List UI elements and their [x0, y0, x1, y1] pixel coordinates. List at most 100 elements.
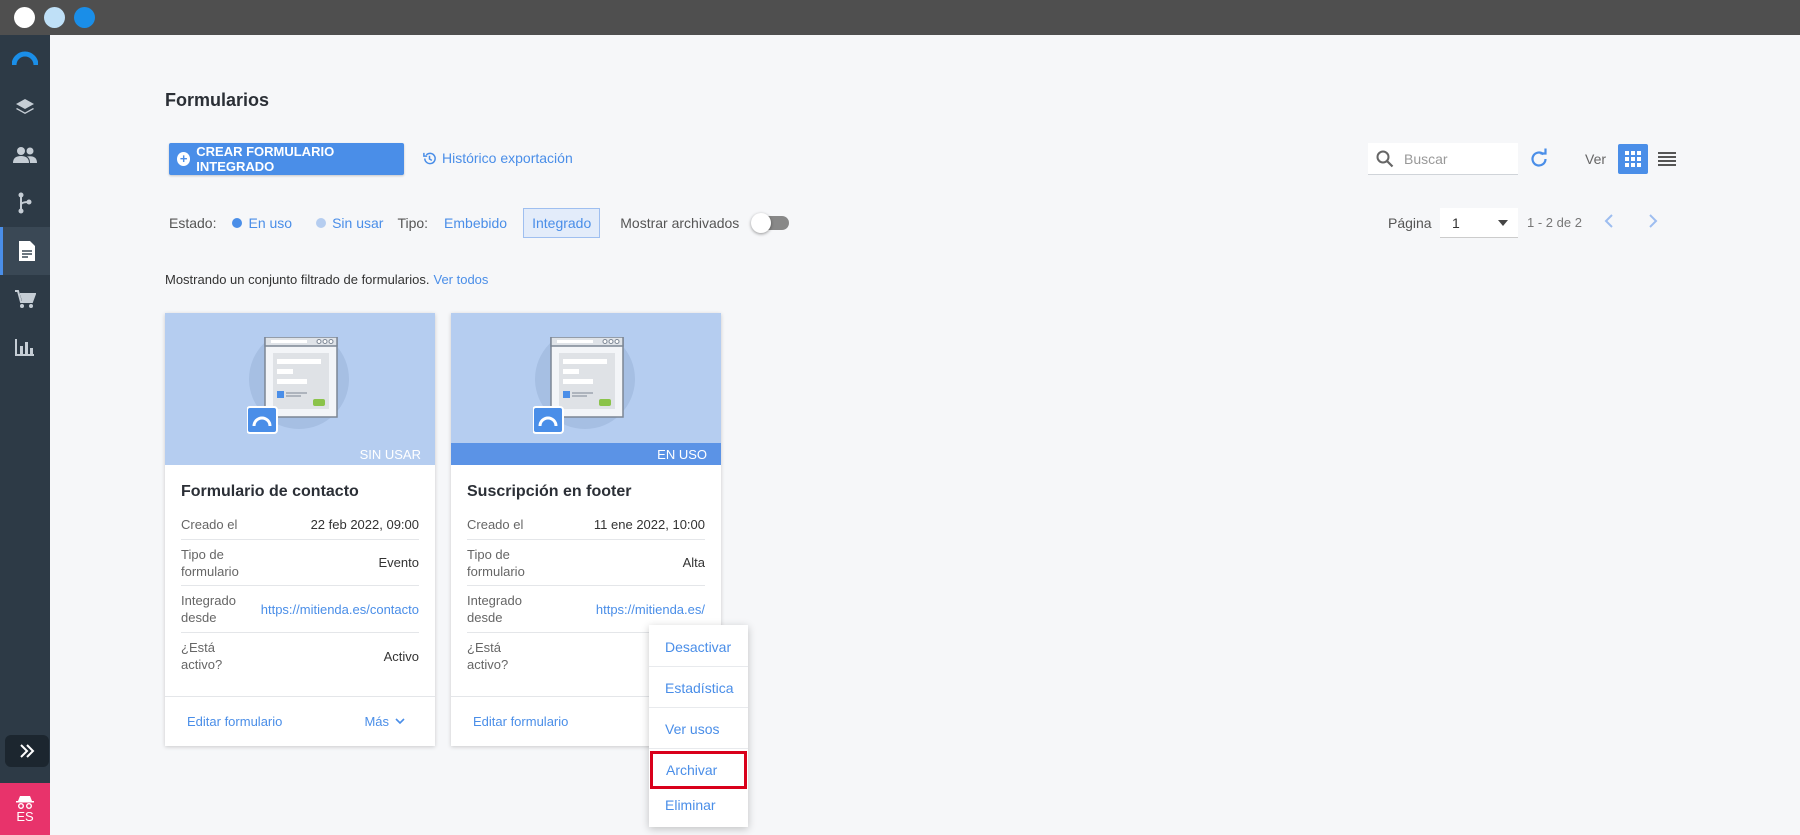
edit-form-link[interactable]: Editar formulario: [473, 714, 568, 729]
more-button[interactable]: Más: [364, 714, 405, 729]
list-view-button[interactable]: [1652, 144, 1682, 174]
filter-integrado[interactable]: Integrado: [523, 208, 601, 238]
menu-item-archive[interactable]: Archivar: [650, 751, 747, 789]
created-value: 11 ene 2022, 10:00: [593, 517, 705, 532]
list-icon: [1658, 152, 1676, 166]
history-icon: [423, 152, 436, 164]
sidebar-expand-button[interactable]: [5, 735, 49, 767]
view-label: Ver: [1585, 151, 1607, 167]
grid-view-button[interactable]: [1618, 144, 1648, 174]
result-count: 1 - 2 de 2: [1527, 215, 1582, 230]
search-input[interactable]: [1404, 150, 1504, 167]
filter-sin-usar[interactable]: Sin usar: [308, 208, 391, 238]
see-all-link[interactable]: Ver todos: [433, 272, 488, 287]
next-page-button[interactable]: [1648, 214, 1658, 233]
integrated-key-line1: Integrado: [181, 593, 236, 608]
document-icon: [18, 241, 35, 261]
double-chevron-right-icon: [20, 744, 35, 758]
active-key: ¿Está activo?: [181, 639, 222, 673]
active-value: Activo: [383, 648, 419, 664]
type-key: Tipo de formulario: [181, 546, 239, 580]
sidebar-item-reports[interactable]: [0, 323, 50, 371]
menu-item-deactivate[interactable]: Desactivar: [649, 627, 748, 667]
card-row-integrated: Integrado desde https://mitienda.es/conta…: [181, 586, 419, 633]
sidebar-item-forms[interactable]: [0, 227, 50, 275]
created-value: 22 feb 2022, 09:00: [310, 517, 419, 532]
filter-en-uso[interactable]: En uso: [224, 208, 300, 238]
dot-icon: [232, 218, 243, 228]
sidebar-item-layers[interactable]: [0, 83, 50, 131]
form-card-title: Formulario de contacto: [181, 483, 359, 500]
filter-bar: Estado: En uso Sin usar Tipo: Embebido I…: [169, 208, 790, 238]
page-title: Formularios: [165, 90, 270, 110]
cart-icon: [15, 290, 36, 308]
sidebar: ES: [0, 35, 50, 835]
window-minimize-button[interactable]: [44, 7, 65, 28]
created-key: Creado el: [467, 517, 524, 532]
more-actions-menu: Desactivar Estadística Ver usos Archivar…: [649, 625, 748, 827]
show-archived-toggle[interactable]: [751, 213, 790, 233]
filter-message: Mostrando un conjunto filtrado de formul…: [165, 272, 488, 287]
people-icon: [13, 147, 37, 163]
page-select-value: 1: [1452, 214, 1460, 231]
form-card-preview: SIN USAR: [165, 313, 435, 465]
filter-en-uso-label: En uso: [248, 215, 293, 231]
more-label: Más: [364, 714, 389, 729]
create-integrated-form-button[interactable]: + CREAR FORMULARIO INTEGRADO: [169, 143, 404, 175]
card-row-active: ¿Está activo? Activo: [181, 633, 419, 679]
integrated-url-link[interactable]: https://mitienda.es/contacto: [261, 602, 419, 617]
integrated-key-line2: desde: [467, 610, 503, 625]
sidebar-item-contacts[interactable]: [0, 131, 50, 179]
search-icon: [1376, 150, 1394, 167]
menu-item-statistics[interactable]: Estadística: [649, 668, 748, 708]
form-card: SIN USAR Formulario de contacto Creado e…: [165, 313, 435, 746]
layers-icon: [16, 99, 34, 114]
toggle-knob: [751, 213, 772, 233]
active-key-line2: activo?: [467, 657, 509, 672]
show-archived-label: Mostrar archivados: [620, 215, 740, 231]
menu-item-delete[interactable]: Eliminar: [649, 785, 748, 825]
form-card-preview: EN USO: [451, 313, 721, 465]
chevron-left-icon: [1604, 214, 1613, 228]
plus-circle-icon: +: [177, 152, 191, 166]
created-key: Creado el: [181, 517, 238, 532]
type-key-line1: Tipo de: [181, 546, 224, 562]
type-value: Evento: [378, 555, 419, 570]
type-key: Tipo de formulario: [467, 546, 525, 580]
bar-chart-icon: [15, 339, 34, 356]
window-maximize-button[interactable]: [74, 7, 95, 28]
export-history-link[interactable]: Histórico exportación: [422, 150, 573, 166]
dot-icon: [316, 218, 327, 228]
sidebar-logo[interactable]: [0, 35, 50, 83]
filter-message-text: Mostrando un conjunto filtrado de formul…: [165, 272, 430, 287]
filter-embebido[interactable]: Embebido: [436, 208, 515, 238]
page-label: Página: [1388, 215, 1432, 231]
branch-icon: [18, 192, 32, 214]
chevron-right-icon: [1649, 214, 1658, 228]
integrated-key: Integrado desde: [467, 592, 522, 626]
active-key-line1: ¿Está: [467, 640, 501, 655]
type-key-line2: formulario: [467, 563, 525, 579]
card-row-created: Creado el 22 feb 2022, 09:00: [181, 510, 419, 540]
type-value: Alta: [682, 555, 705, 570]
menu-item-view-uses[interactable]: Ver usos: [649, 709, 748, 749]
status-badge: SIN USAR: [359, 446, 421, 462]
window-close-button[interactable]: [14, 7, 35, 28]
type-key-line1: Tipo de: [467, 546, 510, 562]
page-select[interactable]: 1: [1440, 208, 1518, 238]
form-illustration-icon: [533, 337, 635, 434]
integrated-key-line1: Integrado: [467, 593, 522, 608]
integrated-key-line2: desde: [181, 610, 217, 625]
sidebar-item-shop[interactable]: [0, 275, 50, 323]
language-switch[interactable]: ES: [0, 783, 50, 835]
caret-down-icon: [1498, 219, 1508, 226]
active-key-line1: ¿Está: [181, 640, 215, 655]
sidebar-item-automation[interactable]: [0, 179, 50, 227]
refresh-button[interactable]: [1528, 148, 1550, 175]
window-titlebar: [0, 0, 1800, 35]
prev-page-button[interactable]: [1604, 214, 1614, 233]
integrated-url-link[interactable]: https://mitienda.es/: [596, 602, 705, 617]
edit-form-link[interactable]: Editar formulario: [187, 714, 282, 729]
search-box: [1368, 143, 1518, 175]
create-button-label: CREAR FORMULARIO INTEGRADO: [196, 144, 335, 174]
